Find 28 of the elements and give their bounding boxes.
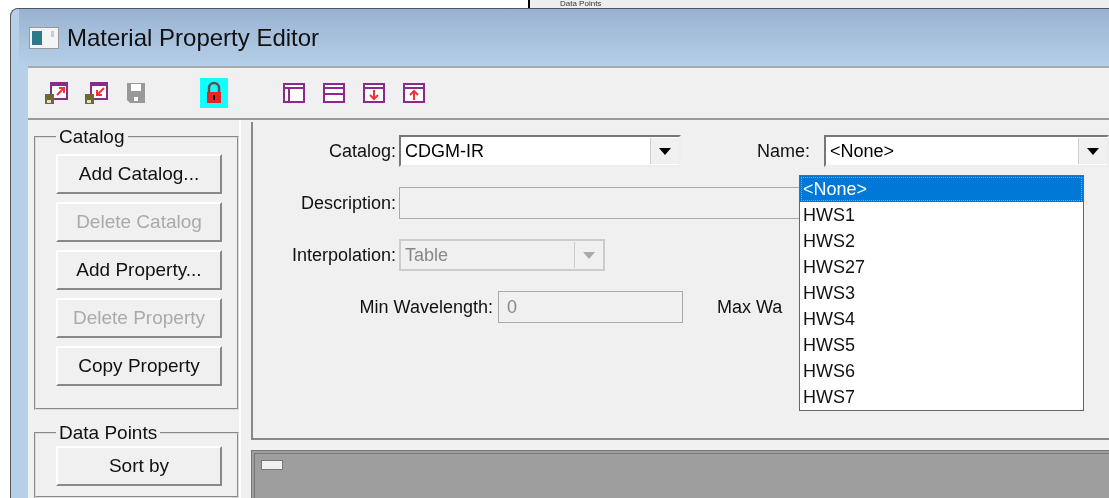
field-label: Interpolation: (290, 244, 397, 266)
name-dropdown[interactable]: <None> (824, 135, 1109, 167)
list-item[interactable]: HWS2 (800, 228, 1083, 254)
list-item[interactable]: <None> (800, 176, 1083, 202)
list-item[interactable]: HWS1 (800, 202, 1083, 228)
group-title: Data Points (560, 0, 602, 8)
group-title: Data Points (58, 422, 159, 444)
list-item[interactable]: HWS4 (800, 306, 1083, 332)
button[interactable]: Add Catalog... (56, 154, 222, 194)
button[interactable]: Sort by (56, 446, 222, 486)
window-icon (29, 26, 59, 49)
group-title: Catalog (58, 126, 126, 148)
field-label: Name: (756, 140, 811, 162)
field-label: Min Wavelength: (358, 296, 494, 318)
list-item[interactable]: HWS27 (800, 254, 1083, 280)
lock-icon[interactable] (200, 78, 228, 108)
list-item[interactable]: HWS5 (800, 332, 1083, 358)
window-title: Material Property Editor (67, 23, 320, 52)
list-item[interactable]: HWS7 (800, 384, 1083, 410)
button[interactable]: Copy Property (56, 346, 222, 386)
field-label: Description: (299, 192, 397, 214)
button[interactable]: Add Property... (56, 250, 222, 290)
field-label: Max Wa (717, 296, 783, 318)
field-label: Catalog: (327, 140, 397, 162)
list-item[interactable]: HWS6 (800, 358, 1083, 384)
catalog-dropdown[interactable]: CDGM-IR (399, 135, 681, 167)
grid-corner (261, 460, 283, 470)
list-item[interactable]: HWS3 (800, 280, 1083, 306)
